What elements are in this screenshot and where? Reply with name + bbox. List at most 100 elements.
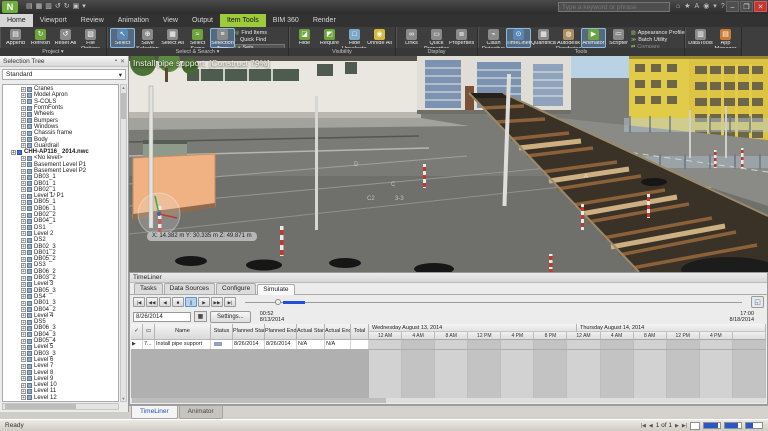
ribbon-button[interactable]: ▤ App Manager bbox=[713, 28, 738, 48]
expand-icon[interactable]: + bbox=[21, 238, 26, 243]
ribbon-tab[interactable]: View bbox=[156, 14, 185, 27]
expand-icon[interactable]: + bbox=[21, 118, 26, 123]
playback-button[interactable]: ◀ bbox=[159, 297, 171, 307]
ribbon-button[interactable]: ▧ File Options bbox=[78, 28, 103, 48]
ribbon-button[interactable]: □ Hide Unselected bbox=[342, 28, 367, 48]
settings-button[interactable]: Settings... bbox=[210, 311, 251, 323]
ribbon-button[interactable]: ▶ Animator bbox=[581, 28, 606, 48]
task-row[interactable]: ▶ 7... Install pipe support 8/26/2014 8/… bbox=[131, 340, 369, 349]
expand-icon[interactable]: + bbox=[21, 401, 26, 402]
expand-icon[interactable]: + bbox=[21, 288, 26, 293]
expand-icon[interactable]: + bbox=[21, 106, 26, 111]
ribbon-button[interactable]: ◍ Autodesk Rendering bbox=[556, 28, 581, 48]
ribbon-tab[interactable]: Viewport bbox=[33, 14, 74, 27]
next-sheet-icon[interactable]: ▶ bbox=[675, 423, 679, 429]
prev-sheet-icon[interactable]: ◀ bbox=[649, 423, 653, 429]
expand-icon[interactable]: + bbox=[21, 263, 26, 268]
timeliner-tab[interactable]: Configure bbox=[216, 283, 256, 294]
scroll-down-icon[interactable]: ▼ bbox=[121, 396, 126, 401]
expand-icon[interactable]: + bbox=[21, 124, 26, 129]
expand-icon[interactable]: + bbox=[21, 87, 26, 92]
expand-icon[interactable]: + bbox=[21, 326, 26, 331]
playback-button[interactable]: ▶▶ bbox=[211, 297, 223, 307]
expand-icon[interactable]: + bbox=[21, 99, 26, 104]
expand-icon[interactable]: + bbox=[21, 313, 26, 318]
ribbon-button[interactable]: ◪ Hide bbox=[292, 28, 317, 48]
ribbon-button[interactable]: ≈ Select Same bbox=[185, 28, 210, 48]
ribbon-tab[interactable]: Review bbox=[74, 14, 111, 27]
expand-icon[interactable]: + bbox=[21, 389, 26, 394]
ribbon-button[interactable]: ▥ DataTools bbox=[688, 28, 713, 48]
tree-item[interactable]: + Roof bbox=[3, 401, 118, 402]
ribbon-button[interactable]: ◩ Require bbox=[317, 28, 342, 48]
first-sheet-icon[interactable]: |◀ bbox=[641, 423, 646, 429]
expand-icon[interactable]: + bbox=[21, 269, 26, 274]
playback-button[interactable]: ◀◀ bbox=[146, 297, 158, 307]
playback-button[interactable]: ▶| bbox=[224, 297, 236, 307]
expand-icon[interactable]: + bbox=[21, 364, 26, 369]
expand-icon[interactable]: + bbox=[21, 112, 26, 117]
ribbon-button[interactable]: ◉ Unhide All bbox=[367, 28, 392, 48]
app-menu-button[interactable]: N bbox=[2, 1, 18, 13]
window-button[interactable]: ✕ bbox=[754, 1, 767, 12]
ribbon-button[interactable]: ≣ Properties bbox=[449, 28, 474, 48]
playback-button[interactable]: ■ bbox=[172, 297, 184, 307]
titlebar-icon[interactable]: ◉ bbox=[703, 1, 709, 13]
ribbon-button[interactable]: ▦ Quantification bbox=[531, 28, 556, 48]
ribbon-stack-button[interactable]: ≫ Batch Utility bbox=[631, 37, 681, 43]
expand-icon[interactable]: + bbox=[21, 276, 26, 281]
timeliner-tab[interactable]: Data Sources bbox=[164, 283, 215, 294]
ribbon-button[interactable]: ⊕ Save Selection bbox=[135, 28, 160, 48]
timeliner-panel-title[interactable]: TimeLiner bbox=[130, 273, 767, 283]
expand-icon[interactable]: + bbox=[11, 150, 16, 155]
expand-icon[interactable]: + bbox=[21, 320, 26, 325]
expand-icon[interactable]: + bbox=[21, 294, 26, 299]
expand-icon[interactable]: + bbox=[21, 370, 26, 375]
expand-icon[interactable]: + bbox=[21, 257, 26, 262]
titlebar-icon[interactable]: ▾ bbox=[713, 1, 717, 13]
export-animation-button[interactable]: ◱ bbox=[751, 296, 764, 308]
search-input[interactable] bbox=[558, 2, 670, 12]
column-header[interactable]: ▭ bbox=[143, 324, 155, 340]
tree-vertical-scrollbar[interactable]: ▲ ▼ bbox=[120, 84, 127, 402]
expand-icon[interactable]: + bbox=[21, 282, 26, 287]
ribbon-tab[interactable]: Item Tools bbox=[220, 14, 266, 27]
expand-icon[interactable]: + bbox=[21, 231, 26, 236]
docked-window-tab[interactable]: Animator bbox=[179, 406, 223, 419]
expand-icon[interactable]: + bbox=[21, 143, 26, 148]
scrollbar-thumb[interactable] bbox=[121, 93, 126, 119]
expand-icon[interactable]: + bbox=[21, 131, 26, 136]
expand-icon[interactable]: + bbox=[21, 206, 26, 211]
expand-icon[interactable]: + bbox=[21, 395, 26, 400]
column-header[interactable]: Total bbox=[351, 324, 369, 340]
qat-icon[interactable]: ↻ bbox=[64, 1, 70, 13]
pin-icon[interactable]: ▪ bbox=[115, 58, 117, 65]
expand-icon[interactable]: + bbox=[21, 351, 26, 356]
qat-icon[interactable]: ▤ bbox=[26, 1, 33, 13]
ribbon-button[interactable]: ≡ Selection Tree bbox=[210, 28, 235, 48]
simulation-slider[interactable] bbox=[245, 297, 742, 307]
expand-icon[interactable]: + bbox=[21, 137, 26, 142]
timeliner-tab[interactable]: Tasks bbox=[134, 283, 163, 294]
qat-icon[interactable]: ▣ bbox=[73, 1, 80, 13]
column-header[interactable]: Planned End bbox=[265, 324, 297, 340]
expand-icon[interactable]: + bbox=[21, 339, 26, 344]
simulation-date-field[interactable]: 8/26/2014 bbox=[133, 312, 191, 322]
scrollbar-thumb[interactable] bbox=[132, 398, 386, 403]
sheet-browser-icon[interactable] bbox=[690, 422, 700, 430]
titlebar-icon[interactable]: ★ bbox=[684, 1, 690, 13]
column-header[interactable]: Actual Start bbox=[297, 324, 325, 340]
column-header[interactable]: Status bbox=[211, 324, 233, 340]
expand-icon[interactable]: + bbox=[21, 194, 26, 199]
timeliner-horizontal-scrollbar[interactable] bbox=[131, 398, 766, 403]
qat-icon[interactable]: ▾ bbox=[82, 1, 86, 13]
calendar-icon[interactable]: ▦ bbox=[194, 311, 207, 322]
ribbon-stack-button[interactable]: ◎ Find Items bbox=[235, 30, 285, 36]
scrollbar-thumb[interactable] bbox=[5, 404, 76, 409]
ribbon-button[interactable]: ▭ Quick Properties bbox=[424, 28, 449, 48]
ribbon-stack-button[interactable]: ◌ Quick Find bbox=[235, 37, 285, 43]
expand-icon[interactable]: + bbox=[21, 156, 26, 161]
expand-icon[interactable]: + bbox=[21, 244, 26, 249]
titlebar-icon[interactable]: ? bbox=[721, 1, 725, 13]
column-header[interactable]: Name bbox=[155, 324, 211, 340]
